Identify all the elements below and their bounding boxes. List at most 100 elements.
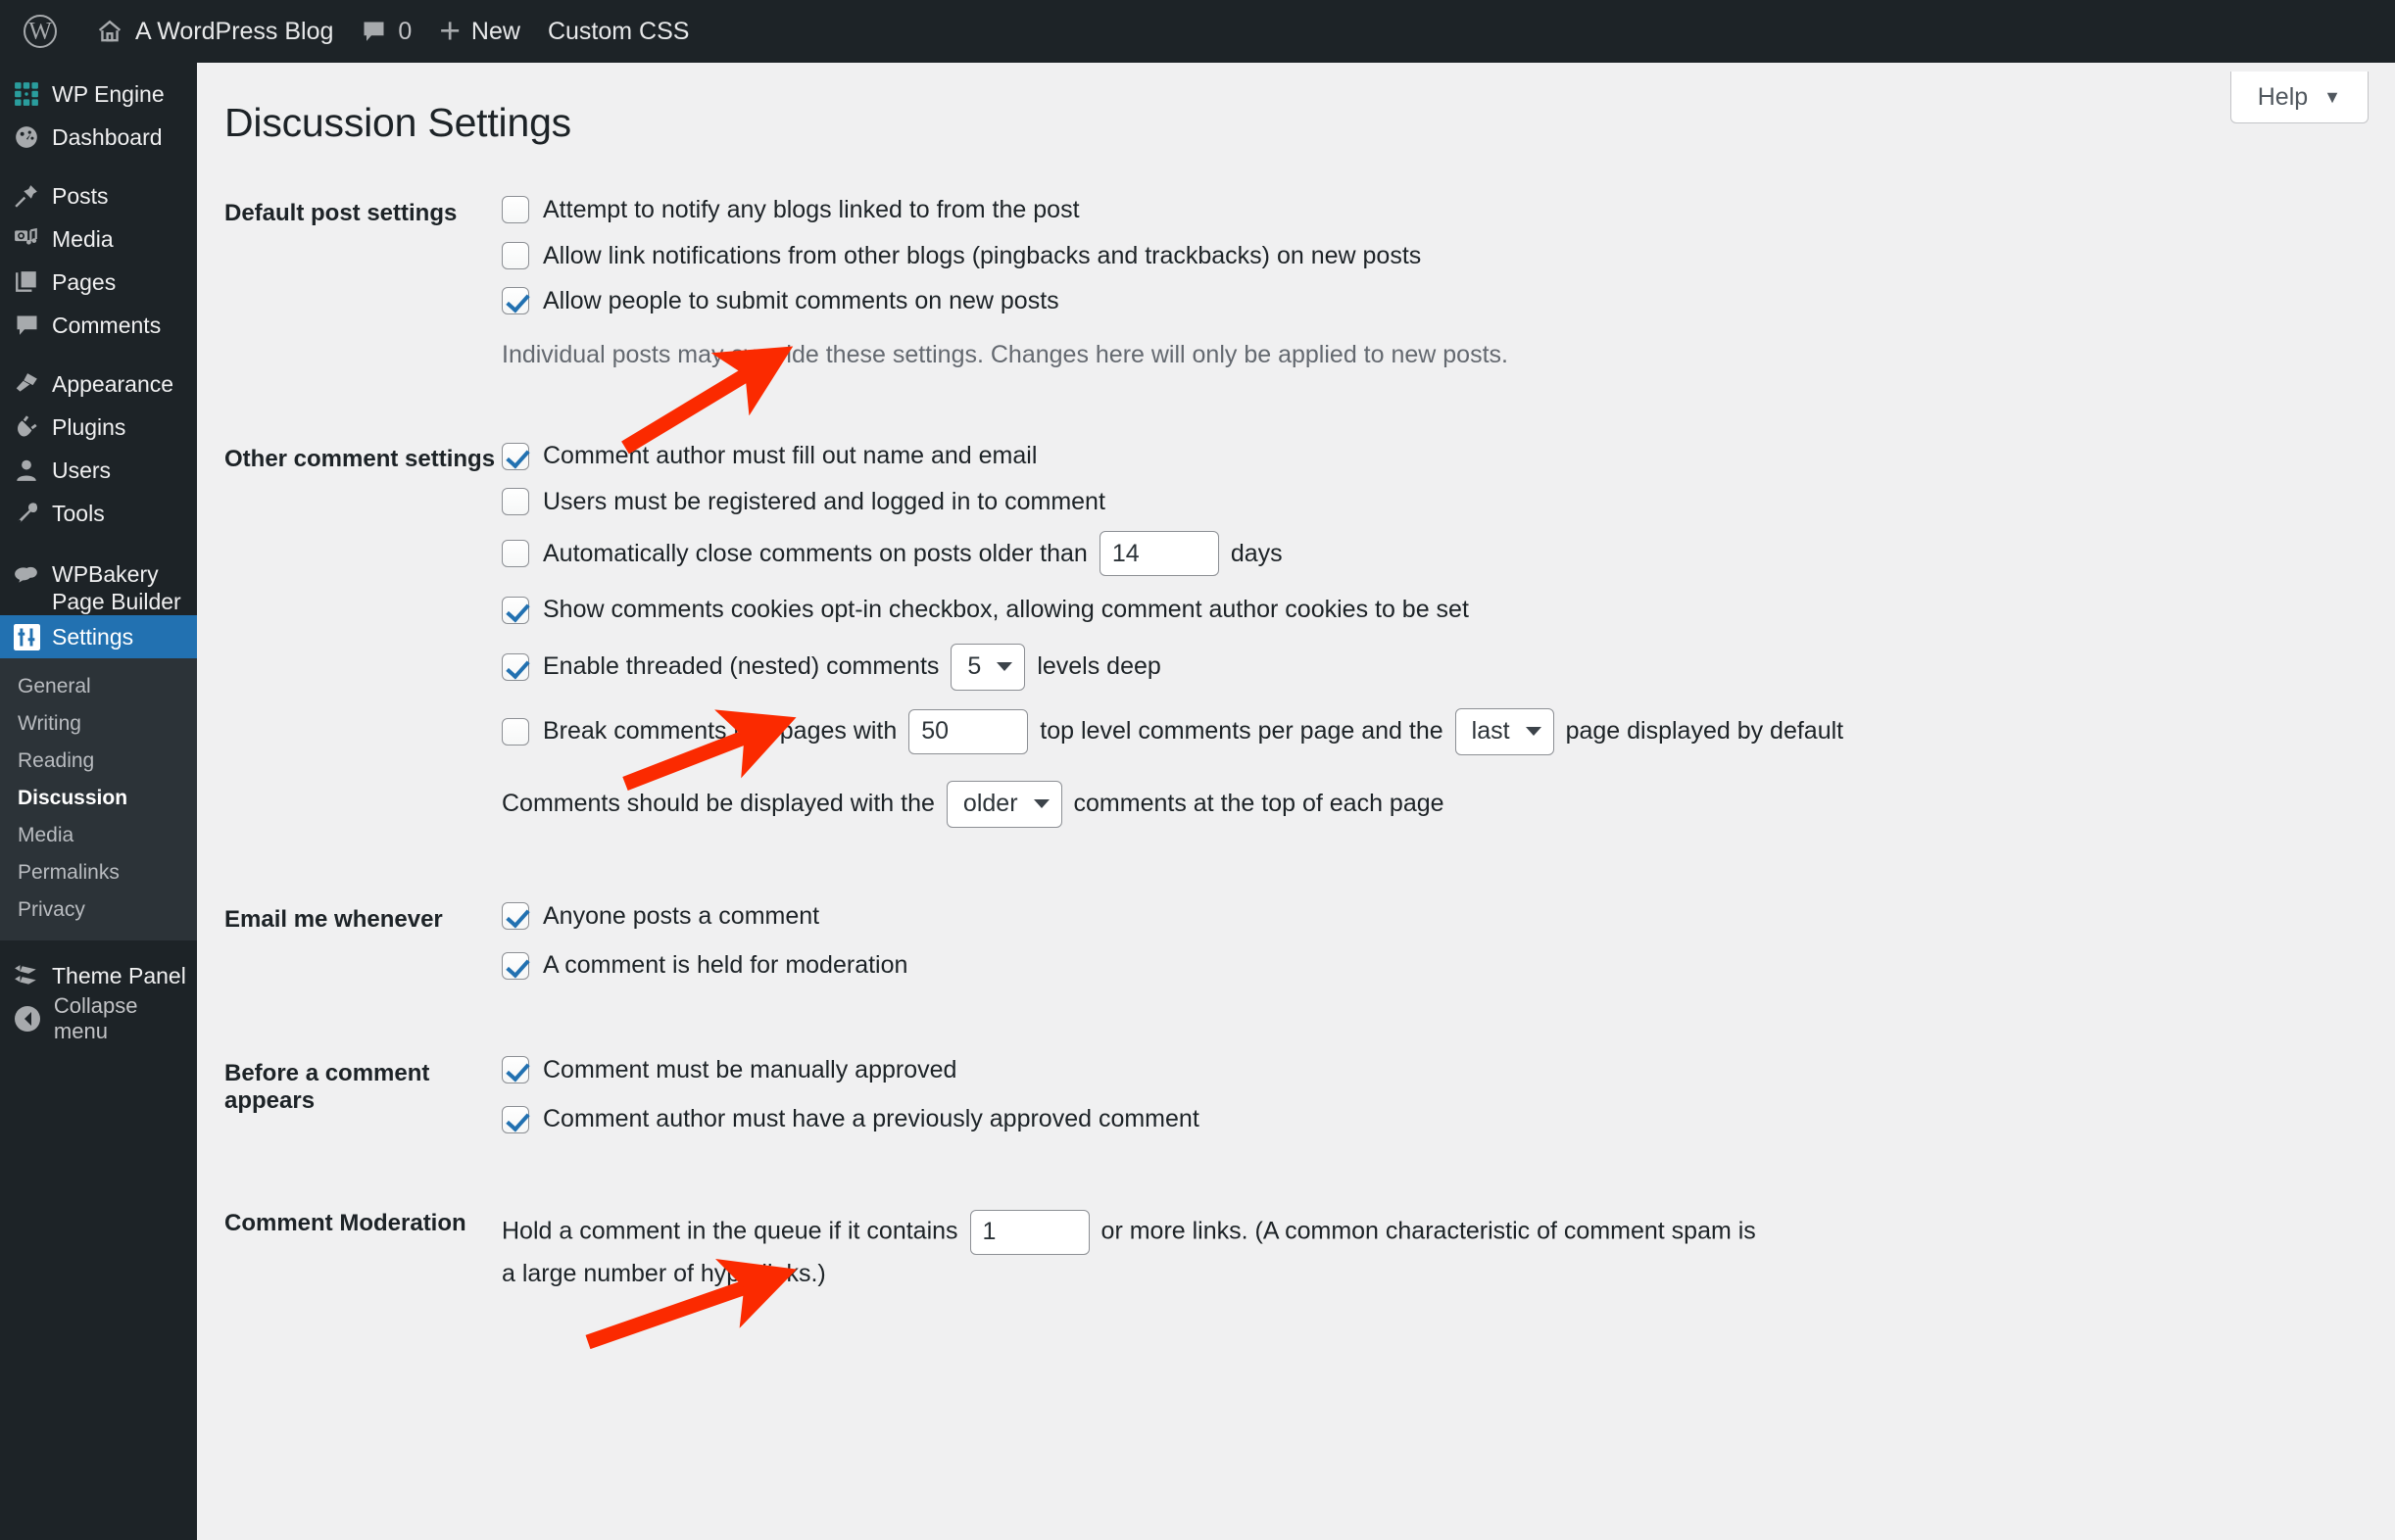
option-label-before[interactable]: Break comments into pages with <box>543 717 897 746</box>
option-label[interactable]: A comment is held for moderation <box>543 949 907 982</box>
option-label[interactable]: Attempt to notify any blogs linked to fr… <box>543 194 1080 226</box>
option-allow-comments[interactable]: Allow people to submit comments on new p… <box>502 285 2395 317</box>
option-label-before[interactable]: Enable threaded (nested) comments <box>543 652 939 681</box>
admin-sidebar: WP Engine Dashboard Posts Media Pages Co… <box>0 63 210 1540</box>
sidebar-item-comments[interactable]: Comments <box>0 304 197 347</box>
comments-menu[interactable]: 0 <box>347 0 425 63</box>
paintbrush-icon <box>8 371 45 397</box>
option-allow-pingbacks[interactable]: Allow link notifications from other blog… <box>502 240 2395 272</box>
sidebar-item-pages[interactable]: Pages <box>0 261 197 304</box>
option-label[interactable]: Show comments cookies opt-in checkbox, a… <box>543 594 1469 626</box>
sidebar-item-theme-panel[interactable]: Theme Panel <box>0 954 197 997</box>
dashboard-gauge-icon <box>8 124 45 150</box>
sidebar-item-tools[interactable]: Tools <box>0 492 197 535</box>
sidebar-item-posts[interactable]: Posts <box>0 174 197 217</box>
sidebar-item-dashboard[interactable]: Dashboard <box>0 116 197 159</box>
wrench-icon <box>8 501 45 526</box>
pushpin-icon <box>8 183 45 209</box>
checkbox-notify-blogs[interactable] <box>502 196 529 224</box>
checkbox-allow-pingbacks[interactable] <box>502 241 529 269</box>
option-registered-users-only[interactable]: Users must be registered and logged in t… <box>502 486 2395 518</box>
sidebar-item-plugins[interactable]: Plugins <box>0 406 197 449</box>
option-label[interactable]: Users must be registered and logged in t… <box>543 486 1105 518</box>
pages-stack-icon <box>8 269 45 295</box>
sidebar-subitem-general[interactable]: General <box>0 668 197 705</box>
option-threaded-comments[interactable]: Enable threaded (nested) comments 5 leve… <box>502 643 2395 691</box>
wordpress-logo-menu[interactable] <box>10 0 81 63</box>
default-comments-page-select[interactable]: last <box>1454 707 1554 755</box>
checkbox-threaded-comments[interactable] <box>502 652 529 681</box>
sidebar-subitem-permalinks[interactable]: Permalinks <box>0 854 197 891</box>
option-label[interactable]: Comment must be manually approved <box>543 1054 956 1086</box>
option-break-comments-pages[interactable]: Break comments into pages with top level… <box>502 707 2395 755</box>
sidebar-subitem-writing[interactable]: Writing <box>0 705 197 743</box>
checkbox-break-comments-pages[interactable] <box>502 717 529 746</box>
wpbakery-cloud-icon <box>8 562 45 588</box>
chevron-down-icon <box>1033 799 1050 809</box>
option-label[interactable]: Comment author must fill out name and em… <box>543 440 1037 472</box>
sidebar-item-wpbakery-page-builder[interactable]: WPBakery Page Builder <box>0 551 197 615</box>
option-label[interactable]: Allow link notifications from other blog… <box>543 240 1421 272</box>
sidebar-item-label: Theme Panel <box>52 962 186 988</box>
sidebar-subitem-reading[interactable]: Reading <box>0 743 197 780</box>
sidebar-subitem-discussion[interactable]: Discussion <box>0 780 197 817</box>
checkbox-cookies-optin[interactable] <box>502 596 529 624</box>
threading-depth-select[interactable]: 5 <box>951 643 1026 691</box>
checkbox-auto-close-comments[interactable] <box>502 540 529 568</box>
wp-engine-grid-icon <box>8 81 45 107</box>
collapse-menu-button[interactable]: Collapse menu <box>0 993 197 1043</box>
option-cookies-optin[interactable]: Show comments cookies opt-in checkbox, a… <box>502 594 2395 626</box>
option-name-email-required[interactable]: Comment author must fill out name and em… <box>502 440 2395 472</box>
section-heading: Default post settings <box>224 200 458 226</box>
checkbox-email-anyone-posts[interactable] <box>502 902 529 930</box>
settings-sliders-icon <box>8 623 45 650</box>
sidebar-item-label: Posts <box>52 182 109 209</box>
option-previously-approved[interactable]: Comment author must have a previously ap… <box>502 1103 2395 1135</box>
chevron-down-icon <box>1525 727 1541 737</box>
home-icon <box>95 18 124 45</box>
sidebar-subitem-media[interactable]: Media <box>0 817 197 854</box>
site-name-menu[interactable]: A WordPress Blog <box>81 0 347 63</box>
custom-css-menu[interactable]: Custom CSS <box>534 0 703 63</box>
section-comment-moderation: Comment Moderation Hold a comment in the… <box>197 1196 2395 1311</box>
comment-order-select[interactable]: older <box>946 780 1062 828</box>
new-content-menu[interactable]: + New <box>425 0 534 63</box>
checkbox-name-email-required[interactable] <box>502 442 529 470</box>
admin-bar: A WordPress Blog 0 + New Custom CSS <box>0 0 2395 63</box>
auto-close-days-input[interactable] <box>1099 531 1219 577</box>
chevron-down-icon <box>997 662 1013 672</box>
checkbox-previously-approved[interactable] <box>502 1105 529 1133</box>
sidebar-item-label: Appearance <box>52 370 174 397</box>
sidebar-item-wp-engine[interactable]: WP Engine <box>0 72 197 116</box>
sidebar-item-label: Pages <box>52 268 117 295</box>
sidebar-item-label: Comments <box>52 312 162 338</box>
sidebar-item-users[interactable]: Users <box>0 449 197 492</box>
option-notify-blogs[interactable]: Attempt to notify any blogs linked to fr… <box>502 194 2395 226</box>
sidebar-subitem-privacy[interactable]: Privacy <box>0 891 197 929</box>
section-heading: Comment Moderation <box>224 1209 466 1236</box>
help-button[interactable]: Help ▼ <box>2229 72 2369 123</box>
option-label[interactable]: Comment author must have a previously ap… <box>543 1103 1199 1135</box>
sidebar-item-label: Settings <box>52 623 134 650</box>
sidebar-item-label: Users <box>52 457 112 483</box>
sidebar-item-media[interactable]: Media <box>0 217 197 261</box>
option-manual-approval[interactable]: Comment must be manually approved <box>502 1054 2395 1086</box>
option-auto-close-comments[interactable]: Automatically close comments on posts ol… <box>502 531 2395 577</box>
checkbox-manual-approval[interactable] <box>502 1056 529 1083</box>
default-post-help-text: Individual posts may override these sett… <box>502 340 1508 368</box>
sidebar-item-settings[interactable]: Settings <box>0 615 210 658</box>
option-label[interactable]: Anyone posts a comment <box>543 900 819 933</box>
custom-css-label: Custom CSS <box>547 18 690 45</box>
checkbox-registered-users-only[interactable] <box>502 488 529 515</box>
option-email-anyone-posts[interactable]: Anyone posts a comment <box>502 900 2395 933</box>
chevron-down-icon: ▼ <box>2323 86 2341 107</box>
moderation-links-input[interactable] <box>969 1209 1090 1255</box>
checkbox-email-held-moderation[interactable] <box>502 951 529 980</box>
sidebar-divider <box>0 535 197 551</box>
option-label-before[interactable]: Automatically close comments on posts ol… <box>543 540 1088 568</box>
sidebar-item-appearance[interactable]: Appearance <box>0 362 197 406</box>
checkbox-allow-comments[interactable] <box>502 287 529 315</box>
comments-per-page-input[interactable] <box>908 708 1029 754</box>
option-label[interactable]: Allow people to submit comments on new p… <box>543 285 1059 317</box>
option-email-held-moderation[interactable]: A comment is held for moderation <box>502 949 2395 982</box>
